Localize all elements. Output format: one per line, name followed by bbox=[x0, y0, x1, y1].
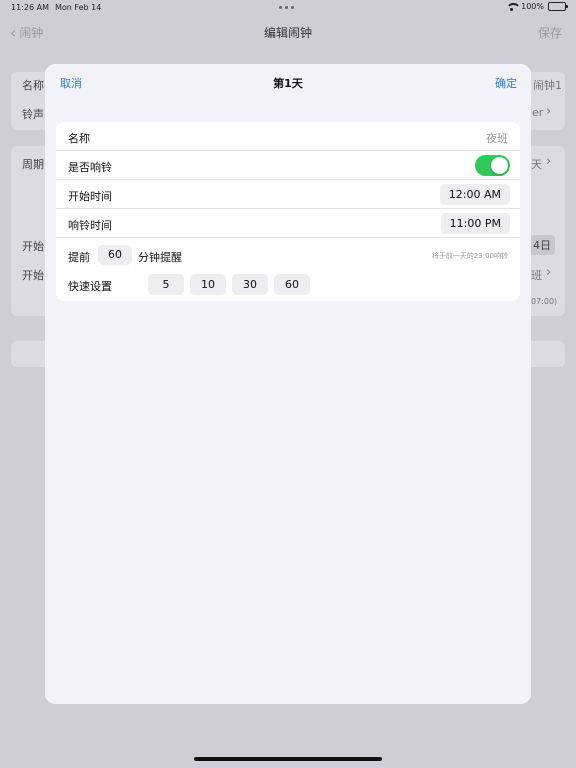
background-row-label: 开始 bbox=[22, 269, 44, 282]
ring-time-label: 响铃时间 bbox=[68, 219, 112, 232]
chevron-right-icon: › bbox=[546, 104, 552, 119]
ring-toggle[interactable] bbox=[475, 155, 510, 176]
quick-set-label: 快速设置 bbox=[68, 280, 112, 293]
name-row[interactable]: 名称 夜班 bbox=[56, 122, 520, 151]
background-note: 07:00) bbox=[531, 297, 558, 306]
background-row-value: 班 bbox=[531, 269, 542, 282]
ring-time-row: 响铃时间 11:00 PM bbox=[56, 209, 520, 238]
multitasking-dots-icon[interactable] bbox=[279, 3, 297, 11]
background-row-value: 闹钟1 bbox=[533, 79, 562, 92]
remind-suffix: 分钟提醒 bbox=[138, 251, 182, 264]
battery-percent: 100% bbox=[521, 2, 544, 11]
ring-time-picker[interactable]: 11:00 PM bbox=[440, 213, 510, 234]
remind-row: 提前 60 分钟提醒 将于前一天的23:00响铃 bbox=[56, 238, 520, 271]
background-nav-bar: ‹ 闹钟 编辑闹钟 保存 bbox=[0, 18, 576, 46]
remind-minutes-input[interactable]: 60 bbox=[98, 245, 132, 265]
wifi-icon bbox=[506, 2, 522, 11]
quick-set-button[interactable]: 5 bbox=[148, 274, 184, 295]
background-row-value: 天 bbox=[531, 158, 542, 171]
status-bar: 11:26 AM Mon Feb 14 100% bbox=[0, 0, 576, 16]
chevron-right-icon: › bbox=[546, 154, 552, 169]
start-time-picker[interactable]: 12:00 AM bbox=[439, 184, 510, 205]
settings-group: 名称 夜班 是否响铃 开始时间 12:00 AM 响铃时间 11:00 PM 提… bbox=[56, 122, 520, 301]
save-button[interactable]: 保存 bbox=[538, 24, 562, 41]
background-row-label: 铃声 bbox=[22, 108, 44, 121]
battery-icon bbox=[548, 2, 568, 11]
home-indicator[interactable] bbox=[194, 757, 382, 761]
status-right: 100% bbox=[506, 2, 568, 11]
sheet-header: 取消 第1天 确定 bbox=[45, 64, 531, 100]
status-time: 11:26 AM bbox=[11, 3, 49, 12]
toggle-knob bbox=[491, 157, 508, 174]
background-row-label: 开始 bbox=[22, 240, 44, 253]
start-time-row: 开始时间 12:00 AM bbox=[56, 180, 520, 209]
background-title: 编辑闹钟 bbox=[263, 26, 312, 40]
quick-set-button[interactable]: 60 bbox=[274, 274, 310, 295]
chevron-right-icon: › bbox=[546, 265, 552, 280]
ring-label: 是否响铃 bbox=[68, 161, 112, 174]
background-row-label: 名称 bbox=[22, 79, 44, 92]
remind-prefix: 提前 bbox=[68, 251, 90, 264]
quick-set-buttons: 5 10 30 60 bbox=[148, 274, 310, 295]
sheet-title: 第1天 bbox=[273, 77, 303, 90]
quick-set-button[interactable]: 10 bbox=[190, 274, 226, 295]
edit-day-sheet: 取消 第1天 确定 名称 夜班 是否响铃 开始时间 12:00 AM 响铃时间 … bbox=[45, 64, 531, 704]
quick-set-row: 快速设置 5 10 30 60 bbox=[56, 271, 520, 301]
confirm-button[interactable]: 确定 bbox=[495, 75, 517, 91]
status-date: Mon Feb 14 bbox=[55, 3, 102, 12]
ring-row: 是否响铃 bbox=[56, 151, 520, 180]
quick-set-button[interactable]: 30 bbox=[232, 274, 268, 295]
remind-hint: 将于前一天的23:00响铃 bbox=[431, 252, 508, 260]
start-time-label: 开始时间 bbox=[68, 190, 112, 203]
name-field[interactable]: 夜班 bbox=[486, 130, 508, 146]
background-row-value: 4日 bbox=[529, 235, 555, 255]
background-row-value: er bbox=[532, 106, 544, 119]
name-label: 名称 bbox=[68, 132, 90, 145]
background-row-label: 周期 bbox=[22, 158, 44, 171]
